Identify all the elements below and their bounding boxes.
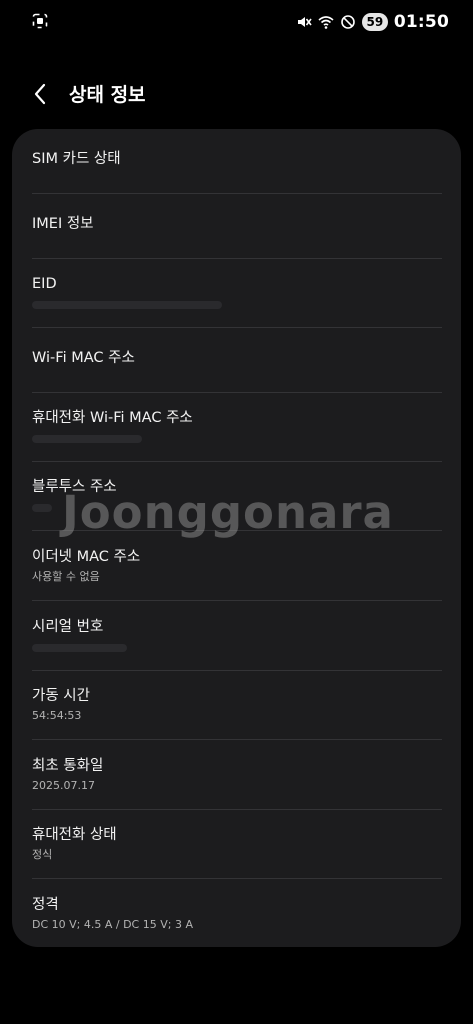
- list-item-first-call-date: 최초 통화일 2025.07.17: [12, 756, 461, 794]
- list-item-sim-status[interactable]: SIM 카드 상태: [12, 149, 461, 169]
- redacted-value: [32, 435, 142, 443]
- list-item-title: IMEI 정보: [32, 216, 94, 232]
- divider: [32, 193, 442, 194]
- list-item-eid: EID: [12, 274, 461, 309]
- list-item-title: 휴대전화 Wi-Fi MAC 주소: [32, 410, 193, 426]
- redacted-value: [32, 504, 52, 512]
- divider: [32, 670, 442, 671]
- list-item-title: EID: [32, 276, 57, 292]
- chevron-left-icon: [34, 83, 46, 105]
- divider: [32, 258, 442, 259]
- status-bar: 59 01:50: [0, 0, 473, 44]
- status-info-list: SIM 카드 상태 IMEI 정보 EID Wi-Fi MAC 주소 휴대전화 …: [12, 129, 461, 947]
- list-item-title: SIM 카드 상태: [32, 151, 121, 167]
- list-item-phone-wifi-mac: 휴대전화 Wi-Fi MAC 주소: [12, 408, 461, 443]
- list-item-title: 최초 통화일: [32, 758, 104, 774]
- page-title: 상태 정보: [69, 84, 146, 106]
- divider: [32, 327, 442, 328]
- list-item-wifi-mac[interactable]: Wi-Fi MAC 주소: [12, 348, 461, 368]
- list-item-bluetooth-address: 블루투스 주소: [12, 477, 461, 512]
- list-item-serial-number: 시리얼 번호: [12, 617, 461, 652]
- status-icons: 59 01:50: [296, 10, 449, 34]
- list-item-uptime: 가동 시간 54:54:53: [12, 686, 461, 724]
- list-item-value: 2025.07.17: [32, 779, 95, 792]
- list-item-value: 사용할 수 없음: [32, 570, 100, 583]
- list-item-value: 54:54:53: [32, 709, 82, 722]
- list-item-title: 정격: [32, 897, 59, 913]
- divider: [32, 739, 442, 740]
- list-item-title: 휴대전화 상태: [32, 827, 117, 843]
- back-button[interactable]: [28, 78, 56, 110]
- divider: [32, 461, 442, 462]
- divider: [32, 878, 442, 879]
- list-item-value: DC 10 V; 4.5 A / DC 15 V; 3 A: [32, 918, 193, 931]
- list-item-imei[interactable]: IMEI 정보: [12, 214, 461, 234]
- blocked-icon: [340, 14, 356, 30]
- wifi-icon: [318, 14, 334, 30]
- list-item-title: 이더넷 MAC 주소: [32, 549, 141, 565]
- divider: [32, 809, 442, 810]
- clock: 01:50: [393, 12, 449, 32]
- divider: [32, 600, 442, 601]
- list-item-title: Wi-Fi MAC 주소: [32, 350, 135, 366]
- redacted-value: [32, 301, 222, 309]
- list-item-phone-status: 휴대전화 상태 정식: [12, 825, 461, 863]
- app-header: 상태 정보: [0, 72, 473, 116]
- list-item-rating: 정격 DC 10 V; 4.5 A / DC 15 V; 3 A: [12, 895, 461, 933]
- redacted-value: [32, 644, 127, 652]
- list-item-title: 블루투스 주소: [32, 479, 117, 495]
- list-item-value: 정식: [32, 848, 53, 861]
- mute-icon: [296, 14, 312, 30]
- battery-indicator: 59: [361, 13, 388, 31]
- list-item-ethernet-mac: 이더넷 MAC 주소 사용할 수 없음: [12, 547, 461, 585]
- list-item-title: 가동 시간: [32, 688, 90, 704]
- list-item-title: 시리얼 번호: [32, 619, 104, 635]
- screenshot-icon: [32, 13, 48, 29]
- divider: [32, 392, 442, 393]
- divider: [32, 530, 442, 531]
